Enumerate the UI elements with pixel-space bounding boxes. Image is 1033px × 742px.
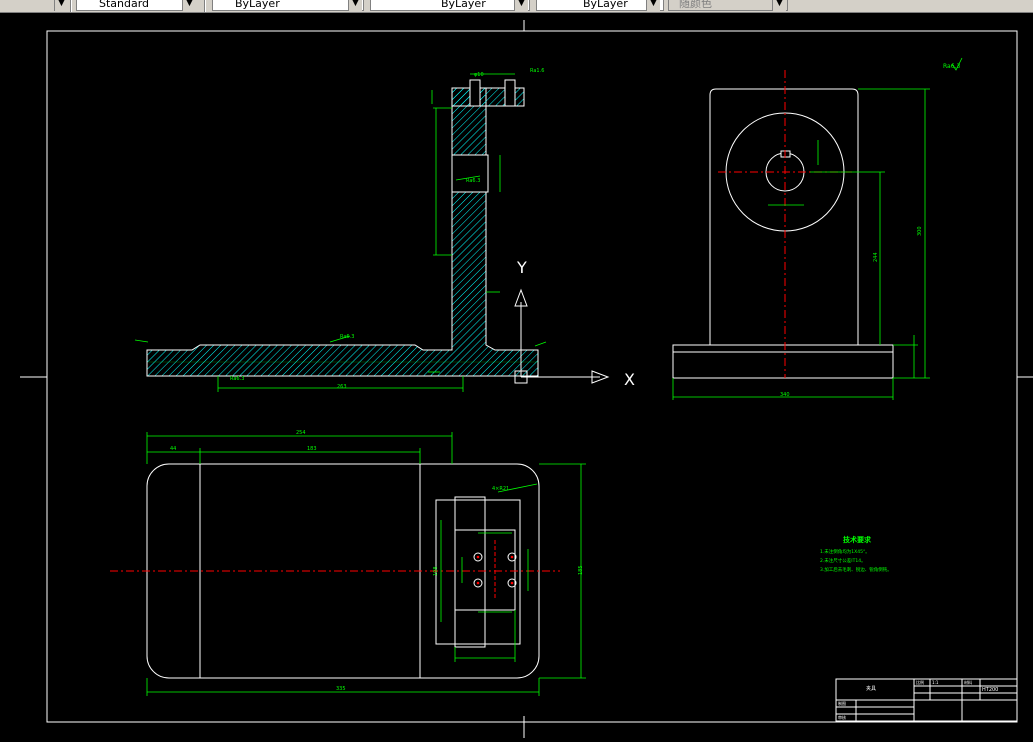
svg-text:Ra1.6: Ra1.6 xyxy=(530,68,544,74)
text-style-select[interactable]: Standard xyxy=(76,0,196,11)
ucs-x-label: X xyxy=(624,370,635,389)
svg-text:Ra6.3: Ra6.3 xyxy=(340,334,354,340)
ucs-y-label: Y xyxy=(516,258,527,277)
title-block-scale-label: 比例 xyxy=(916,679,924,685)
notes-line-2: 2.未注尺寸公差IT14。 xyxy=(820,557,866,564)
dim-top-width: 254 xyxy=(296,430,306,436)
svg-text:4×R21: 4×R21 xyxy=(492,486,509,492)
dim-section-bottom: 263 xyxy=(337,384,347,390)
text-style-value: Standard xyxy=(99,0,150,10)
side-view: 340 300 244 Ra6.3 xyxy=(672,57,963,400)
title-block-name: 夹具 xyxy=(866,685,876,692)
notes-line-1: 1.未注倒角均为1X45°。 xyxy=(820,548,870,555)
linetype-value: ByLayer xyxy=(441,0,486,10)
dim-top-mid: 183 xyxy=(307,446,317,452)
notes-line-3: 3.加工后去毛刺、锐边、锐角倒钝。 xyxy=(820,566,892,573)
drawing-canvas[interactable]: 263 Ra6.3 Ra6.3 Ra6.3 Ra1.6 φ10 Y X 340 … xyxy=(0,13,1033,738)
dim-bottom-width: 335 xyxy=(336,686,346,692)
plotstyle-value: 随颜色 xyxy=(679,0,712,10)
title-block-material-label: 材料 xyxy=(964,679,972,685)
drawing-svg[interactable]: 263 Ra6.3 Ra6.3 Ra6.3 Ra1.6 φ10 Y X 340 … xyxy=(0,13,1033,738)
technical-notes: 技术要求 1.未注倒角均为1X45°。 2.未注尺寸公差IT14。 3.加工后去… xyxy=(820,535,892,573)
dim-right-height: 185 xyxy=(578,565,584,575)
dim-top-left: 44 xyxy=(170,446,176,452)
svg-text:Ra6.3: Ra6.3 xyxy=(230,376,244,382)
color-value: ByLayer xyxy=(235,0,280,10)
chevron-down-icon[interactable]: ▼ xyxy=(772,0,786,11)
color-select[interactable]: ByLayer xyxy=(212,0,364,11)
chevron-down-icon[interactable]: ▼ xyxy=(54,0,68,11)
title-block-drawn: 制图 xyxy=(838,700,846,706)
chevron-down-icon[interactable]: ▼ xyxy=(182,0,196,11)
chevron-down-icon[interactable]: ▼ xyxy=(646,0,660,11)
svg-text:Ra6.3: Ra6.3 xyxy=(466,178,480,184)
dim-side-bottom: 340 xyxy=(780,392,790,398)
dim-inner-height: 108 xyxy=(433,566,439,576)
toolbar-separator xyxy=(70,0,72,12)
dim-side-height: 300 xyxy=(917,226,923,236)
title-block: 夹具 比例 1:1 材料 HT200 制图 审核 xyxy=(835,678,1018,722)
lineweight-value: ByLayer xyxy=(583,0,628,10)
title-block-scale-value: 1:1 xyxy=(932,680,939,685)
chevron-down-icon[interactable]: ▼ xyxy=(348,0,362,11)
plotstyle-select[interactable]: 随颜色 xyxy=(668,0,788,11)
properties-toolbar: ▼ Standard ▼ ByLayer ▼ ByLayer ▼ ByLayer… xyxy=(0,0,1033,13)
svg-text:φ10: φ10 xyxy=(474,72,484,78)
title-block-checked: 审核 xyxy=(838,714,846,720)
lineweight-select[interactable]: ByLayer xyxy=(536,0,664,11)
top-view: 254 44 183 335 185 108 4×R21 xyxy=(110,430,586,696)
chevron-down-icon[interactable]: ▼ xyxy=(514,0,528,11)
dim-side-hole: 244 xyxy=(873,252,879,262)
front-section-view: 263 Ra6.3 Ra6.3 Ra6.3 Ra1.6 φ10 xyxy=(134,68,547,392)
toolbar-separator xyxy=(204,0,206,12)
title-block-material-value: HT200 xyxy=(982,687,998,693)
linetype-select[interactable]: ByLayer xyxy=(370,0,530,11)
notes-title: 技术要求 xyxy=(843,535,872,544)
